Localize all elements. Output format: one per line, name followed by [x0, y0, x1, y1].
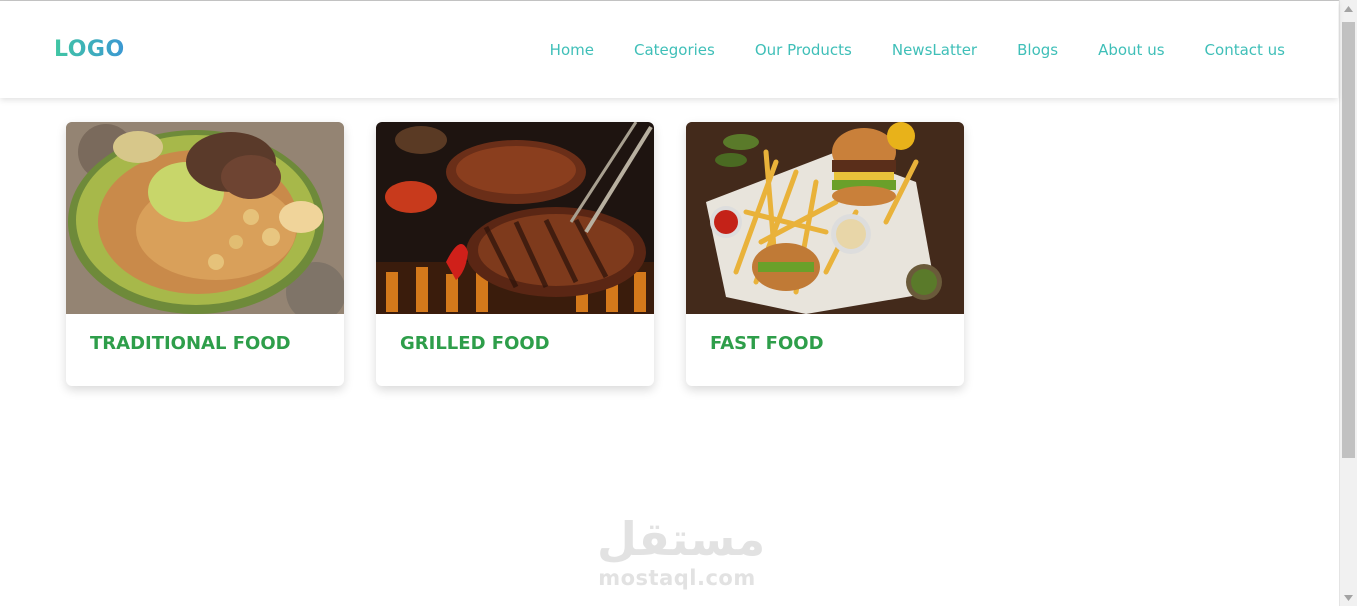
scroll-down-arrow-icon[interactable] [1340, 589, 1357, 606]
nav-link-home[interactable]: Home [550, 41, 594, 59]
nav-item-contact-us: Contact us [1205, 39, 1285, 61]
nav-menu: Home Categories Our Products NewsLatter … [550, 39, 1285, 61]
nav-item-our-products: Our Products [755, 39, 852, 61]
nav-link-categories[interactable]: Categories [634, 41, 715, 59]
card-title: FAST FOOD [710, 333, 824, 354]
category-cards: TRADITIONAL FOOD GRILLED FOOD FAST FOOD [66, 122, 964, 386]
card-title: TRADITIONAL FOOD [90, 333, 291, 354]
nav-item-newsletter: NewsLatter [892, 39, 977, 61]
nav-item-blogs: Blogs [1017, 39, 1058, 61]
burgers-and-fries-image [686, 122, 964, 314]
mostaql-watermark: مستقل mostaql.com [597, 512, 766, 590]
nav-link-contact-us[interactable]: Contact us [1205, 41, 1285, 59]
vertical-scrollbar[interactable] [1339, 0, 1357, 606]
card-title: GRILLED FOOD [400, 333, 550, 354]
logo[interactable]: LOGO [54, 35, 125, 65]
watermark-latin-text: mostaql.com [598, 566, 756, 590]
scroll-up-arrow-icon[interactable] [1340, 0, 1357, 17]
watermark-arabic-text: مستقل [597, 512, 766, 566]
couscous-plate-image [66, 122, 344, 314]
nav-item-about-us: About us [1098, 39, 1164, 61]
nav-link-our-products[interactable]: Our Products [755, 41, 852, 59]
category-card-grilled[interactable]: GRILLED FOOD [376, 122, 654, 386]
category-card-traditional[interactable]: TRADITIONAL FOOD [66, 122, 344, 386]
scrollbar-thumb[interactable] [1342, 22, 1355, 458]
nav-link-about-us[interactable]: About us [1098, 41, 1164, 59]
nav-link-newsletter[interactable]: NewsLatter [892, 41, 977, 59]
grilled-steak-image [376, 122, 654, 314]
navbar: LOGO Home Categories Our Products NewsLa… [0, 1, 1338, 98]
nav-link-blogs[interactable]: Blogs [1017, 41, 1058, 59]
nav-item-home: Home [550, 39, 594, 61]
nav-item-categories: Categories [634, 39, 715, 61]
category-card-fast[interactable]: FAST FOOD [686, 122, 964, 386]
